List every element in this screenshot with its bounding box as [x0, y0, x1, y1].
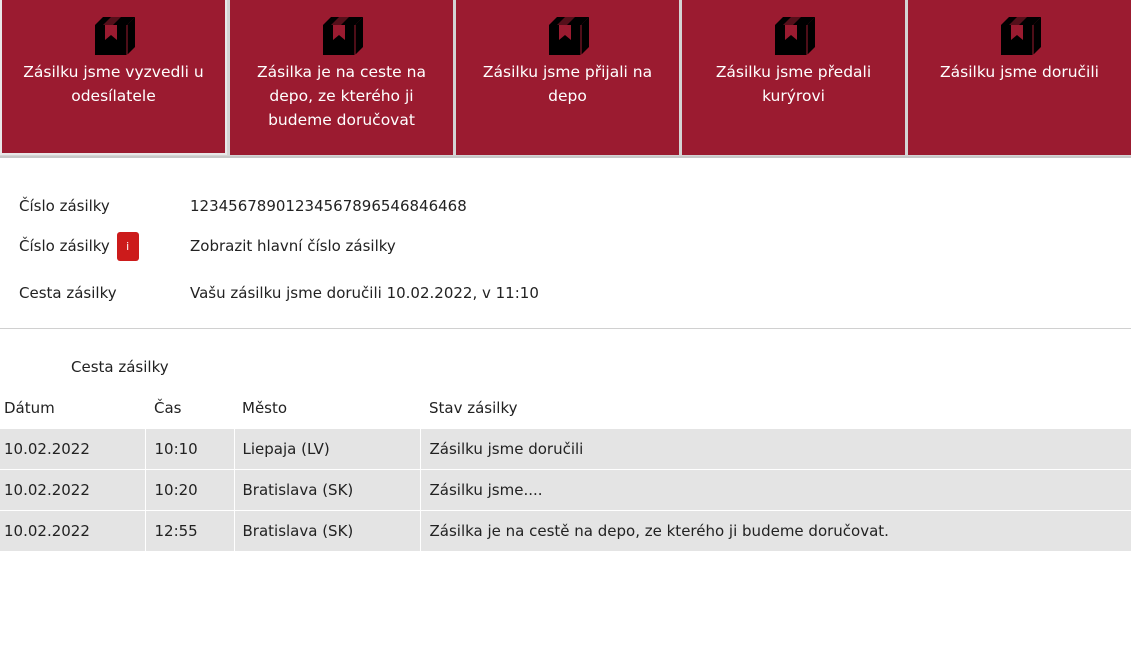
- status-step-picked-up: Zásilku jsme vyzvedli u odesílatele: [0, 0, 227, 155]
- cell-city: Bratislava (SK): [234, 509, 421, 551]
- column-header-status: Stav zásilky: [429, 398, 518, 417]
- cell-city: Liepaja (LV): [234, 427, 421, 469]
- status-step-handed-to-courier: Zásilku jsme předali kurýrovi: [682, 0, 905, 155]
- package-icon: [774, 17, 815, 55]
- package-icon: [548, 17, 589, 55]
- status-step-label: Zásilku jsme přijali na depo: [482, 63, 653, 105]
- cell-time: 12:55: [145, 509, 235, 551]
- column-header-city: Město: [242, 398, 288, 417]
- cell-time: 10:20: [145, 468, 235, 510]
- status-step-received-at-depot: Zásilku jsme přijali na depo: [456, 0, 679, 155]
- column-header-date: Dátum: [4, 398, 55, 417]
- cell-city: Bratislava (SK): [234, 468, 421, 510]
- shipment-status-steps: Zásilku jsme vyzvedli u odesílatele Zási…: [0, 0, 1131, 158]
- table-row: 10.02.2022 10:20 Bratislava (SK) Zásilku…: [0, 468, 1131, 510]
- status-step-label: Zásilka je na ceste na depo, ze kterého …: [257, 63, 426, 129]
- main-number-row: Číslo zásilky i Zobrazit hlavní číslo zá…: [0, 231, 1131, 261]
- show-main-number-link[interactable]: Zobrazit hlavní číslo zásilky: [190, 231, 396, 261]
- package-icon: [322, 17, 363, 55]
- route-row: Cesta zásilky Vašu zásilku jsme doručili…: [0, 278, 1131, 308]
- parcel-number-label: Číslo zásilky: [19, 197, 110, 215]
- table-row: 10.02.2022 10:10 Liepaja (LV) Zásilku js…: [0, 427, 1131, 469]
- cell-status: Zásilka je na cestě na depo, ze kterého …: [420, 509, 1131, 551]
- main-number-label-wrap: Číslo zásilky i: [19, 231, 139, 261]
- status-step-label: Zásilku jsme doručili: [940, 63, 1099, 81]
- cell-time: 10:10: [145, 427, 235, 469]
- history-title: Cesta zásilky: [71, 358, 169, 376]
- info-icon[interactable]: i: [116, 232, 139, 261]
- cell-date: 10.02.2022: [0, 509, 146, 551]
- cell-status: Zásilku jsme....: [420, 468, 1131, 510]
- shipment-info: Číslo zásilky 12345678901234567896546846…: [0, 158, 1131, 329]
- route-label: Cesta zásilky: [19, 284, 117, 302]
- status-step-label: Zásilku jsme předali kurýrovi: [715, 63, 872, 105]
- table-row: 10.02.2022 12:55 Bratislava (SK) Zásilka…: [0, 509, 1131, 551]
- cell-date: 10.02.2022: [0, 468, 146, 510]
- status-step-in-transit: Zásilka je na ceste na depo, ze kterého …: [230, 0, 453, 155]
- route-value: Vašu zásilku jsme doručili 10.02.2022, v…: [190, 284, 539, 302]
- parcel-number-row: Číslo zásilky 12345678901234567896546846…: [0, 191, 1131, 221]
- package-icon: [94, 17, 135, 55]
- parcel-number-value: 12345678901234567896546846468: [190, 197, 467, 215]
- package-icon: [1000, 17, 1041, 55]
- status-step-label: Zásilku jsme vyzvedli u odesílatele: [23, 63, 204, 105]
- history-table: Dátum Čas Město Stav zásilky 10.02.2022 …: [0, 388, 1131, 551]
- main-number-label: Číslo zásilky: [19, 237, 110, 255]
- status-step-delivered: Zásilku jsme doručili: [908, 0, 1131, 155]
- table-header-row: Dátum Čas Město Stav zásilky: [0, 388, 1131, 428]
- cell-date: 10.02.2022: [0, 427, 146, 469]
- cell-status: Zásilku jsme doručili: [420, 427, 1131, 469]
- column-header-time: Čas: [154, 398, 182, 417]
